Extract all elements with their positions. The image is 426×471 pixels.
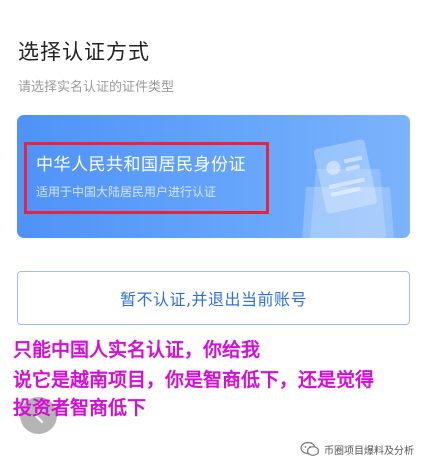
annotation-line-2: 说它是越南项目，你是智商低下，还是觉得 xyxy=(13,369,375,391)
annotation-line-1: 只能中国人实名认证，你给我 xyxy=(13,339,261,361)
skip-and-logout-button[interactable]: 暂不认证,并退出当前账号 xyxy=(17,271,410,325)
page-title: 选择认证方式 xyxy=(18,40,150,64)
id-card-description: 适用于中国大陆居民用户进行认证 xyxy=(36,185,217,199)
watermark-text: 币圈项目爆料及分析 xyxy=(324,445,414,457)
id-card-title: 中华人民共和国居民身份证 xyxy=(36,155,246,175)
wechat-icon xyxy=(300,441,320,456)
watermark: 币圈项目爆料及分析 xyxy=(300,441,414,457)
id-card-icon xyxy=(302,139,394,238)
page-subtitle: 请选择实名认证的证件类型 xyxy=(18,80,175,95)
id-card-option[interactable]: 中华人民共和国居民身份证 适用于中国大陆居民用户进行认证 xyxy=(17,115,410,238)
annotation-line-3: 投资者智商低下 xyxy=(13,397,147,419)
